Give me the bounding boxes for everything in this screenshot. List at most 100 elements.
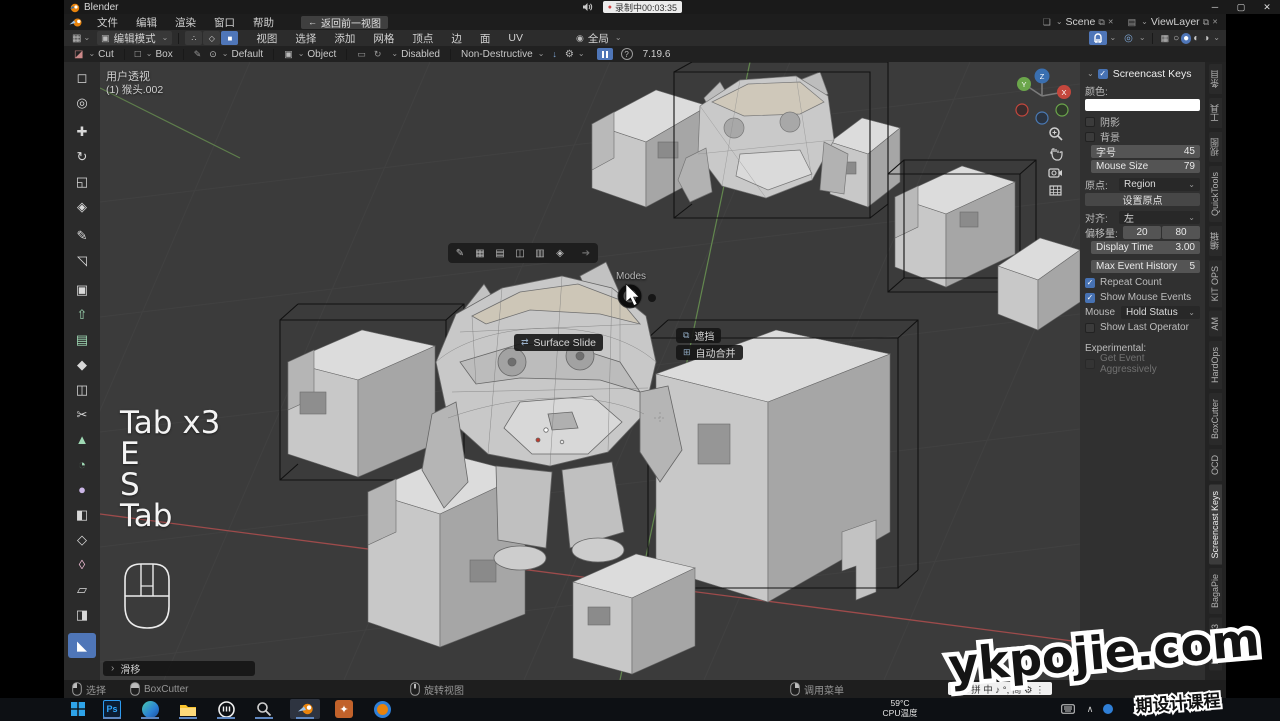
tool-loop-cut[interactable]: ◫	[68, 377, 96, 402]
shading-material-button[interactable]: ◐	[1191, 33, 1201, 44]
maximize-button[interactable]: ▢	[1228, 0, 1254, 14]
set-origin-button[interactable]: 设置原点	[1085, 193, 1200, 206]
falloff-dropdown[interactable]: ⊙ ⌄ Default	[205, 47, 267, 61]
scene-selector[interactable]: ❏ ⌄ Scene ⧉ ✕	[1043, 16, 1114, 28]
tool-vertex-slide[interactable]: ◇	[68, 527, 96, 552]
float-sample-icon[interactable]: ▥	[531, 245, 549, 261]
snap-toggle[interactable]	[1089, 31, 1107, 45]
display-time-slider[interactable]: Display Time3.00	[1091, 241, 1200, 254]
transform-orientation-dropdown[interactable]: ◉ 全局 ⌄	[572, 31, 626, 45]
tool-spin[interactable]: ◔	[68, 452, 96, 477]
edge-select-button[interactable]: ◇	[203, 31, 220, 45]
repeat-count-checkbox[interactable]: ✓	[1085, 278, 1095, 288]
menu-edge[interactable]: 边	[442, 31, 471, 46]
tool-transform[interactable]: ◈	[68, 194, 96, 219]
background-checkbox[interactable]	[1085, 132, 1095, 142]
offset-x-field[interactable]: 20	[1123, 226, 1161, 239]
face-select-button[interactable]: ■	[221, 31, 238, 45]
draw-icon[interactable]: ✎	[190, 47, 206, 61]
show-mouse-events-checkbox[interactable]: ✓	[1085, 293, 1095, 303]
taskbar-obs[interactable]	[214, 699, 238, 719]
shading-wireframe-button[interactable]: ○	[1171, 33, 1181, 44]
tool-extrude[interactable]: ⇧	[68, 302, 96, 327]
taskbar-explorer[interactable]	[176, 699, 200, 719]
tool-move[interactable]: ✚	[68, 119, 96, 144]
tool-select-box[interactable]: ◻	[68, 65, 96, 90]
show-last-operator-checkbox[interactable]	[1085, 323, 1095, 333]
tool-active[interactable]: ◣	[68, 633, 96, 658]
menu-view[interactable]: 视图	[247, 31, 286, 46]
occlude-toggle[interactable]: ⧉ 遮挡	[676, 328, 721, 343]
float-more-icon[interactable]: ➔	[577, 245, 595, 261]
tab-tool[interactable]: 工具	[1209, 98, 1222, 128]
start-button[interactable]	[66, 699, 90, 719]
tab-am[interactable]: AM	[1209, 311, 1222, 337]
float-select-mesh-icon[interactable]: ▤	[491, 245, 509, 261]
download-icon[interactable]: ↓	[548, 47, 561, 61]
unlink-icon[interactable]: ✕	[1108, 18, 1114, 26]
menu-vertex[interactable]: 顶点	[403, 31, 442, 46]
tool-smooth[interactable]: ●	[68, 477, 96, 502]
offset-y-field[interactable]: 80	[1162, 226, 1200, 239]
vertex-select-button[interactable]: ∴	[185, 31, 202, 45]
auto-merge-toggle[interactable]: ⊞ 自动合并	[676, 345, 743, 360]
gear-icon[interactable]: ⚙ ⌄	[561, 47, 589, 61]
viewport-gizmos-icon[interactable]: ▦	[1159, 33, 1172, 44]
close-button[interactable]: ✕	[1254, 0, 1280, 14]
copy-icon[interactable]: ⧉	[1098, 17, 1104, 28]
tool-scale[interactable]: ◱	[68, 169, 96, 194]
tray-keyboard-icon[interactable]	[1056, 699, 1080, 719]
tab-kit-ops[interactable]: KIT OPS	[1209, 260, 1222, 307]
back-to-previous-view-button[interactable]: ← 返回前一视图	[301, 16, 388, 29]
orientation-target-dropdown[interactable]: ▣ ⌄ Object	[280, 47, 340, 61]
shadow-checkbox[interactable]	[1085, 117, 1095, 127]
taskbar-orange-app[interactable]: ✦	[332, 699, 356, 719]
menu-window[interactable]: 窗口	[205, 15, 244, 30]
shading-rendered-button[interactable]: ◑	[1201, 33, 1211, 44]
tool-cursor[interactable]: ◎	[68, 90, 96, 115]
mirror-icon[interactable]: ↻	[370, 47, 386, 61]
mirror-dropdown[interactable]: ⌄ Disabled	[385, 47, 444, 61]
float-checker-icon[interactable]: ▦	[471, 245, 489, 261]
tab-view[interactable]: 视图	[1209, 132, 1222, 162]
float-annotate-icon[interactable]: ✎	[451, 245, 469, 261]
taskbar-search-app[interactable]	[252, 699, 276, 719]
tool-add-cube[interactable]: ▣	[68, 277, 96, 302]
tool-shrink-fatten[interactable]: ◊	[68, 552, 96, 577]
tab-boxcutter[interactable]: BoxCutter	[1209, 393, 1222, 445]
menu-help[interactable]: 帮助	[244, 15, 283, 30]
pause-button[interactable]	[597, 48, 613, 60]
last-operator-panel[interactable]: › 滑移	[103, 661, 255, 676]
pan-view-icon[interactable]	[1048, 146, 1063, 164]
tool-measure[interactable]: ◹	[68, 248, 96, 273]
menu-face[interactable]: 面	[471, 31, 500, 46]
tray-blue-icon[interactable]	[1096, 699, 1120, 719]
tab-quicktools[interactable]: QuickTools	[1209, 166, 1222, 222]
editor-type-button[interactable]: ▦ ⌄	[68, 31, 94, 45]
tab-hardops[interactable]: HardOps	[1209, 341, 1222, 389]
tab-machin3[interactable]: MACHIN3	[1209, 618, 1222, 671]
tool-poly-build[interactable]: ▲	[68, 427, 96, 452]
screencast-keys-enable-checkbox[interactable]: ✓	[1098, 69, 1108, 79]
tool-shear[interactable]: ▱	[68, 577, 96, 602]
menu-uv[interactable]: UV	[499, 32, 532, 44]
tool-knife[interactable]: ✂	[68, 402, 96, 427]
menu-edit[interactable]: 编辑	[127, 15, 166, 30]
speaker-icon[interactable]	[579, 2, 597, 12]
taskbar-edge[interactable]	[138, 699, 162, 719]
help-button[interactable]: ?	[621, 48, 633, 60]
tab-screencast-keys[interactable]: Screencast Keys	[1209, 485, 1222, 565]
zoom-view-icon[interactable]	[1048, 126, 1063, 144]
viewlayer-selector[interactable]: ▤ ⌄ ViewLayer ⧉ ✕	[1128, 16, 1218, 28]
taskbar-blue-c-app[interactable]	[370, 699, 394, 719]
mouse-size-slider[interactable]: Mouse Size79	[1091, 160, 1200, 173]
tool-rip-region[interactable]: ◨	[68, 602, 96, 627]
minimize-button[interactable]: ─	[1202, 0, 1228, 14]
align-dropdown[interactable]: 左⌄	[1119, 211, 1200, 224]
menu-select[interactable]: 选择	[286, 31, 325, 46]
monitor-icon[interactable]: ▭	[353, 47, 370, 61]
taskbar-photoshop[interactable]: Ps	[100, 699, 124, 719]
ime-toolbar[interactable]: CK 拼 中 ♪ °, 简 ⚙ ⋮	[948, 682, 1052, 695]
tool-rotate[interactable]: ↻	[68, 144, 96, 169]
navigation-gizmo[interactable]: X Y Z	[1010, 66, 1074, 130]
